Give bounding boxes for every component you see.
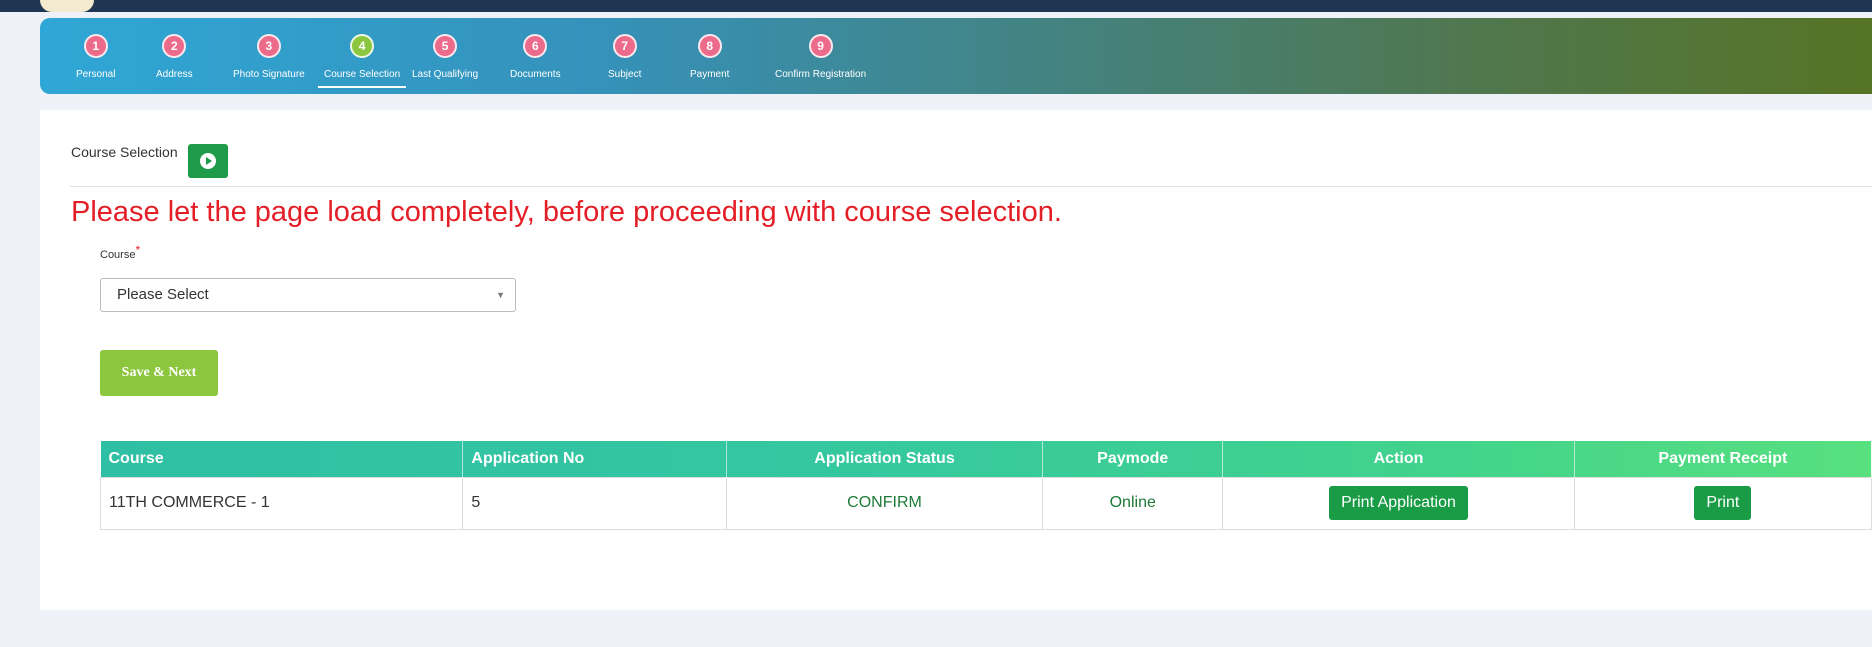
step-label: Address — [156, 69, 193, 80]
step-payment[interactable]: 8 Payment — [690, 34, 729, 82]
logo — [40, 0, 94, 12]
course-field-label: Course* — [100, 243, 140, 261]
step-confirm-registration[interactable]: 9 Confirm Registration — [775, 34, 866, 82]
warning-message: Please let the page load completely, bef… — [71, 196, 1062, 228]
print-receipt-button[interactable]: Print — [1694, 486, 1752, 520]
section-title: Course Selection — [71, 144, 178, 160]
step-number: 3 — [256, 34, 281, 58]
step-number: 8 — [697, 34, 722, 58]
column-header: Payment Receipt — [1574, 441, 1872, 477]
column-header: Application Status — [726, 441, 1044, 477]
application-no-cell: 5 — [462, 476, 727, 530]
play-video-button[interactable] — [188, 144, 228, 178]
print-application-button[interactable]: Print Application — [1329, 486, 1468, 520]
step-label: Last Qualifying — [412, 69, 479, 80]
column-header: Application No — [462, 441, 727, 477]
course-cell: 11TH COMMERCE - 1 — [99, 476, 464, 530]
play-icon — [200, 153, 216, 169]
receipt-cell: Print — [1573, 476, 1872, 530]
step-label: Personal — [76, 69, 116, 80]
table-row: 11TH COMMERCE - 1 5 CONFIRM Online Print… — [99, 476, 1872, 530]
step-number: 5 — [433, 34, 458, 58]
course-label-text: Course — [100, 249, 136, 261]
step-label: Photo Signature — [233, 69, 305, 80]
column-header: Action — [1222, 441, 1575, 477]
step-number: 2 — [162, 34, 187, 58]
status-cell: CONFIRM — [725, 476, 1044, 530]
step-address[interactable]: 2 Address — [156, 34, 193, 82]
required-mark: * — [135, 243, 141, 257]
step-number: 7 — [612, 34, 637, 58]
chevron-down-icon: ▼ — [496, 290, 505, 300]
step-subject[interactable]: 7 Subject — [608, 34, 641, 82]
divider — [70, 186, 1872, 187]
step-label: Documents — [510, 69, 561, 80]
step-number: 1 — [83, 34, 108, 58]
step-label: Confirm Registration — [775, 69, 867, 80]
course-select-value: Please Select — [117, 286, 209, 303]
step-label: Course Selection — [324, 69, 401, 80]
step-photo-signature[interactable]: 3 Photo Signature — [233, 34, 305, 82]
column-header: Paymode — [1042, 441, 1224, 477]
course-select[interactable]: Please Select ▼ — [100, 278, 516, 312]
active-step-underline — [318, 86, 407, 88]
save-next-button[interactable]: Save & Next — [100, 350, 218, 396]
paymode-cell: Online — [1042, 476, 1224, 530]
progress-steps: 1 Personal 2 Address 3 Photo Signature 4… — [40, 18, 1872, 94]
step-last-qualifying[interactable]: 5 Last Qualifying — [412, 34, 478, 82]
step-number: 4 — [350, 34, 375, 58]
step-label: Payment — [690, 69, 730, 80]
top-bar — [0, 0, 1872, 12]
action-cell: Print Application — [1222, 476, 1575, 530]
applications-table: Course Application No Application Status… — [99, 441, 1872, 530]
column-header: Course — [100, 441, 464, 477]
step-number: 9 — [808, 34, 833, 58]
step-label: Subject — [608, 69, 642, 80]
step-course-selection[interactable]: 4 Course Selection — [318, 34, 407, 88]
step-number: 6 — [523, 34, 548, 58]
course-selection-card: Course Selection Please let the page loa… — [40, 110, 1872, 610]
step-documents[interactable]: 6 Documents — [510, 34, 561, 82]
step-personal[interactable]: 1 Personal — [76, 34, 115, 82]
table-header-row: Course Application No Application Status… — [100, 441, 1872, 477]
